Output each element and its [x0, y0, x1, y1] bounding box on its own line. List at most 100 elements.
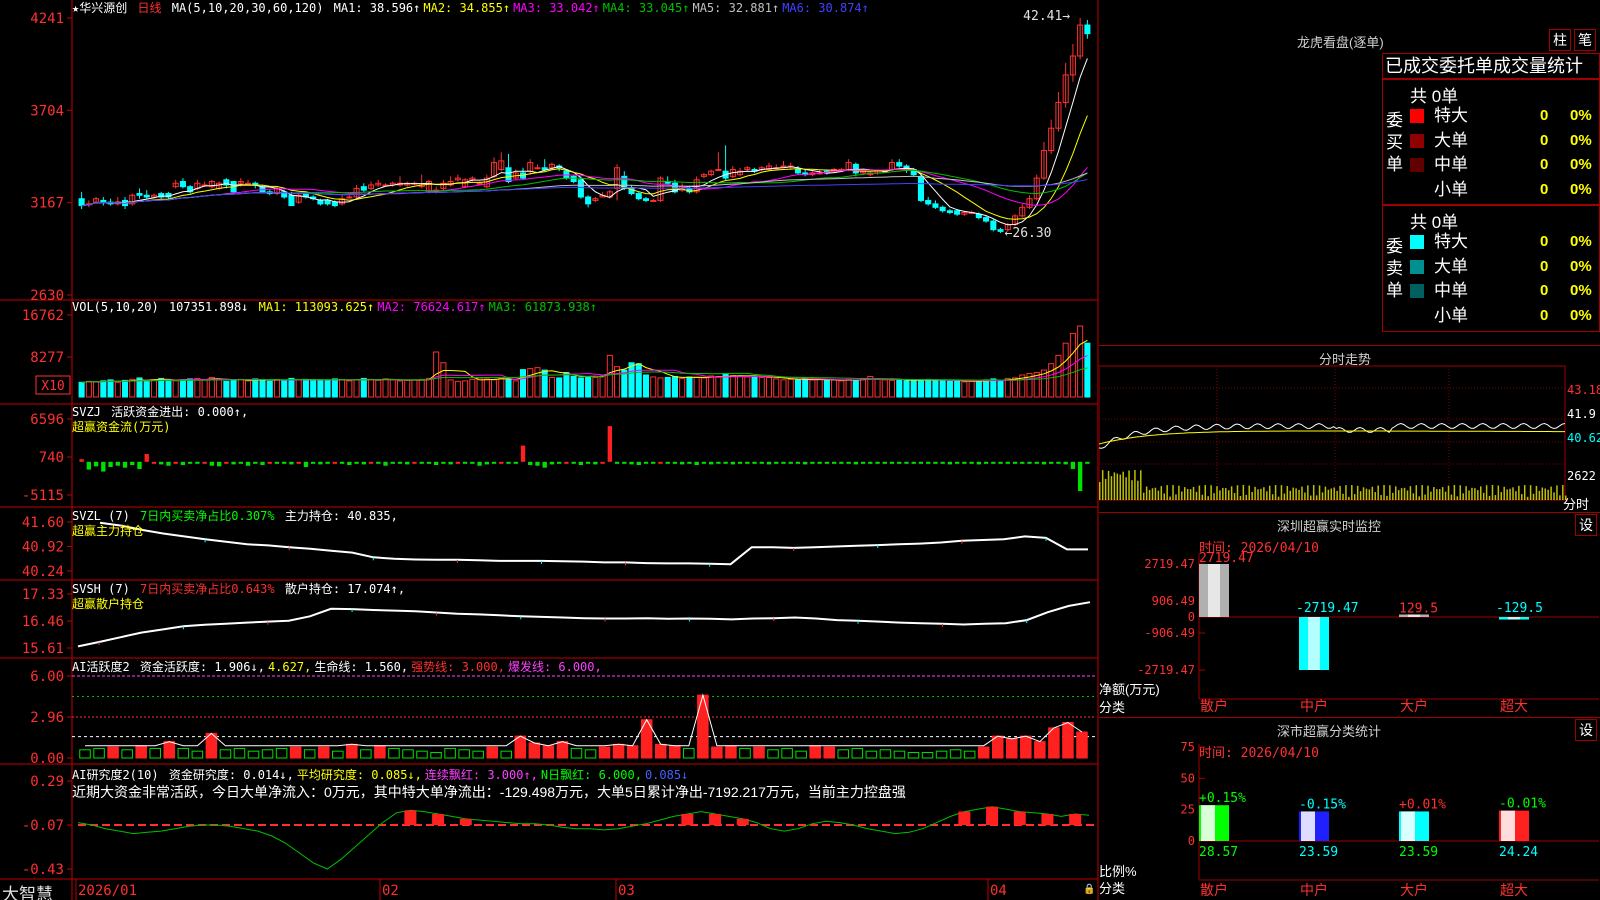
buy-row-1[interactable]: 大单 0 0% — [1410, 129, 1598, 153]
period-label[interactable]: 日线 — [137, 1, 161, 15]
intraday-vol-bar — [1474, 488, 1476, 500]
volume-bar — [975, 380, 982, 398]
volume-bar — [382, 378, 389, 398]
sell-row-0[interactable]: 特大 0 0% — [1410, 230, 1598, 254]
intraday-vol-bar — [1400, 488, 1403, 500]
sell-row-3[interactable]: 小单 0 0% — [1410, 304, 1598, 328]
intraday-vol-bar — [1160, 486, 1163, 500]
monitor-xlabel: 分类 — [1099, 700, 1126, 715]
svzj-bar — [860, 461, 866, 464]
sell-row-1[interactable]: 大单 0 0% — [1410, 255, 1598, 279]
ai-research-bar — [432, 814, 445, 825]
volume-bars — [78, 325, 1091, 398]
ai-research-line — [77, 806, 1095, 870]
intraday-vol-bar — [1169, 496, 1171, 500]
classify-value-2: 23.59 — [1399, 845, 1438, 860]
ai-activity-bar — [963, 750, 976, 759]
candle — [939, 206, 946, 212]
pen-mode-button[interactable]: 笔 — [1574, 29, 1596, 51]
ai-activity-bar — [949, 749, 962, 759]
intraday-panel[interactable]: 分时走势 43.18 41.9 40.62 2622 分时 — [1099, 345, 1600, 512]
monitor-tick-1: 906.49 — [1152, 594, 1195, 608]
svzj-bar — [1085, 461, 1090, 464]
intraday-vol-bar — [1289, 490, 1292, 500]
volume-bar — [107, 379, 114, 398]
price-pane-header: ★华兴源创 日线 MA(5,10,20,30,60,120) MA1: 38.5… — [72, 1, 875, 16]
volume-bar — [917, 379, 924, 398]
intraday-vol-bar — [1424, 494, 1426, 500]
lock-icon[interactable]: 🔒 — [1083, 884, 1095, 896]
candle — [932, 203, 939, 208]
svzj-bar — [918, 461, 924, 464]
ai-activity-bar — [612, 743, 625, 759]
intraday-vol-bar — [1204, 485, 1207, 500]
vol-value: 107351.898↓ — [168, 300, 249, 314]
intraday-vol-bar — [1427, 485, 1429, 500]
intraday-vol-bar — [1506, 489, 1508, 500]
ai-research-bar — [709, 814, 722, 825]
main-chart[interactable]: 42.41→ ←26.30 4241 3704 3167 2630 16762 8277 X1… — [0, 0, 1100, 900]
svzj-title: 超赢资金流(万元) — [72, 420, 171, 434]
svzj-bar — [643, 461, 649, 464]
bar-mode-button[interactable]: 柱 — [1549, 29, 1571, 51]
volume-bar — [570, 375, 577, 398]
volume-bar — [939, 379, 946, 398]
ai-research-bar — [1041, 814, 1054, 825]
volume-bar — [425, 377, 432, 398]
volume-bar — [823, 379, 830, 398]
ai-research-bar — [459, 818, 472, 825]
intraday-vol-bar — [1415, 485, 1418, 500]
buy-row-0[interactable]: 特大 0 0% — [1410, 104, 1598, 128]
volume-bar — [223, 380, 230, 398]
intraday-vol-bar — [1342, 493, 1344, 500]
intraday-vol-bar — [1556, 485, 1558, 500]
ai-res-items-item-0: 资金研究度: 0.014↓, — [168, 768, 294, 782]
buy-row-3[interactable]: 小单 0 0% — [1410, 178, 1598, 202]
longhu-tabs[interactable]: 已成交委托单成交量统计 — [1383, 56, 1583, 76]
intraday-vol-bar — [1412, 493, 1415, 500]
volume-bar — [700, 377, 707, 398]
volume-bar — [346, 380, 353, 398]
intraday-tick-1: 41.9 — [1567, 407, 1596, 421]
stock-name[interactable]: ★华兴源创 — [72, 1, 127, 15]
volume-bar — [679, 377, 686, 398]
svzj-bar — [528, 461, 533, 466]
volume-bar — [396, 380, 404, 398]
svzj-bar — [701, 461, 707, 464]
svzj-bar — [216, 461, 222, 467]
svzj-bar — [593, 461, 598, 465]
svzj-bar — [433, 461, 439, 466]
ai-activity-bar — [1048, 727, 1060, 759]
volume-bar — [483, 378, 490, 398]
intraday-vol-bar — [1178, 485, 1180, 500]
intraday-vol-bar — [1330, 488, 1333, 500]
ai-research-summary: 近期大资金非常活跃，今日大单净流入：0万元，其中特大单净流出：-129.498万… — [72, 784, 906, 800]
longhu-tab-bar[interactable]: 已成交委托单成交量统计 — [1382, 53, 1600, 79]
intraday-vol-bar — [1515, 491, 1517, 500]
date-tick-1: 02 — [382, 883, 399, 899]
volume-bar — [896, 378, 903, 398]
vol-label: VOL(5,10,20) — [72, 300, 159, 314]
intraday-vol-bar — [1283, 493, 1286, 500]
classify-value-0: 28.57 — [1199, 845, 1238, 860]
volume-bar — [881, 379, 888, 398]
classify-value-1: 23.59 — [1299, 845, 1338, 860]
candle — [896, 162, 903, 167]
svzj-bar — [564, 461, 569, 464]
ai-activity-bar — [584, 749, 597, 759]
sell-swatch-1 — [1410, 259, 1424, 274]
sell-count-1: 0 — [1540, 257, 1549, 275]
monitor-category-3: 超大 — [1500, 699, 1528, 715]
sell-row-2[interactable]: 中单 0 0% — [1410, 279, 1598, 303]
svzj-bar — [788, 461, 793, 464]
volume-bar — [324, 379, 331, 398]
classify-value-3: 24.24 — [1499, 845, 1538, 860]
intraday-vol-bar — [1468, 490, 1470, 500]
classify-tick-0: 75 — [1181, 740, 1195, 754]
vol-ma-items-item-2: MA3: 61873.938↑ — [488, 300, 597, 314]
price-axis-tick-2: 3167 — [30, 196, 64, 212]
vol-ma-line-2 — [81, 355, 1088, 383]
volume-bar — [100, 380, 107, 398]
buy-row-2[interactable]: 中单 0 0% — [1410, 153, 1598, 177]
candle — [288, 194, 295, 207]
